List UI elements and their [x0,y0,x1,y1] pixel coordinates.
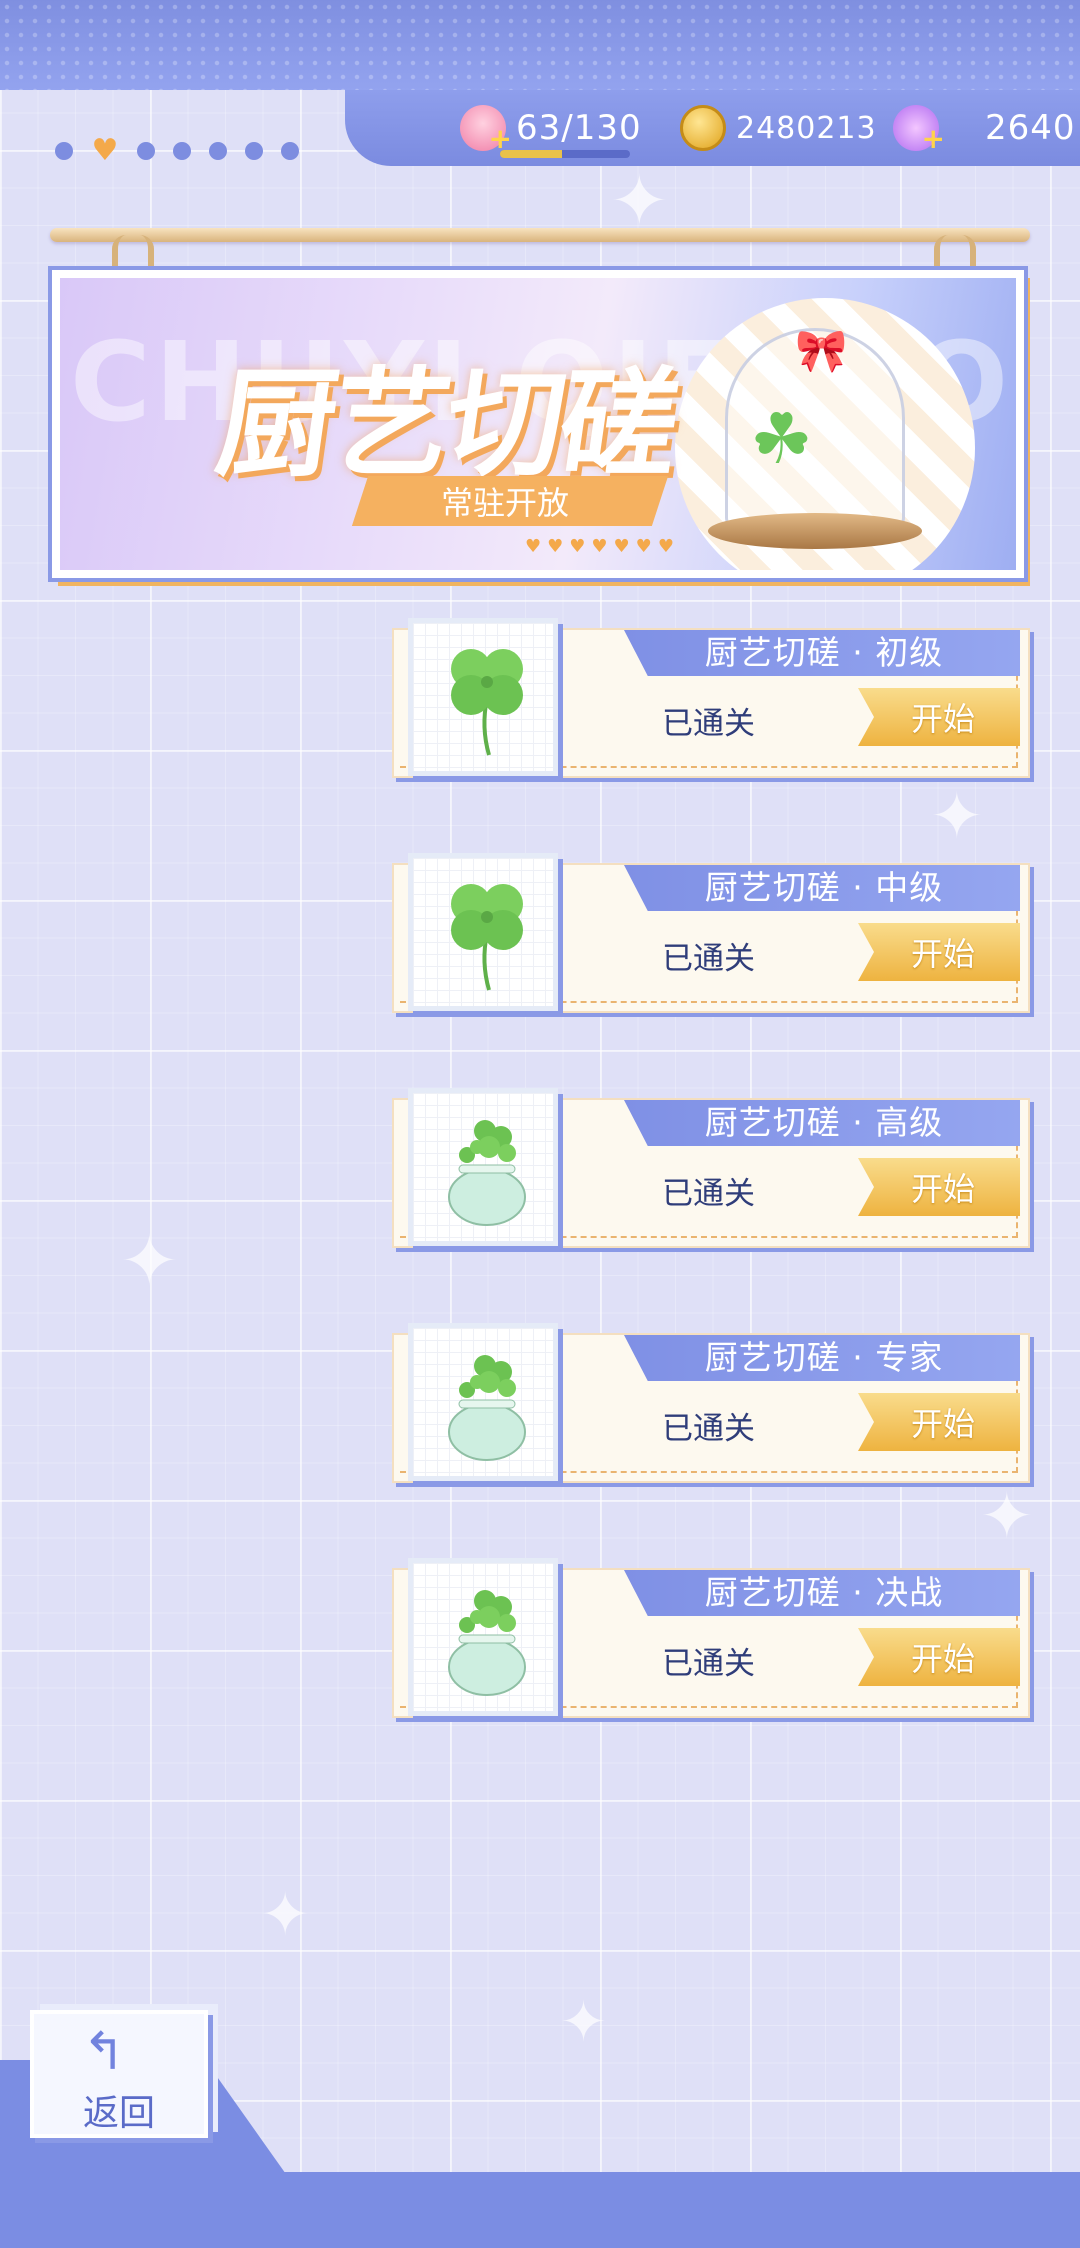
diamond-value: 2640 [985,108,1076,148]
banner-subtitle: 常驻开放 [440,484,569,522]
four-leaf-clover-icon [408,618,558,776]
heart-icon: ♥ [91,133,119,168]
event-banner: CHUYI QIECUO ☘ 🎀 厨艺切磋 常驻开放 ♥♥♥♥♥♥♥ [52,270,1024,578]
level-card: 厨艺切磋 · 中级已通关 开始 [392,853,1030,1021]
sparkle-icon: ✦ [930,780,984,854]
resource-panel: 63/130 2480213 2640 [345,90,1080,166]
level-status: 已通关 [662,1646,755,1682]
level-card: 厨艺切磋 · 决战已通关 开始 [392,1558,1030,1726]
sparkle-icon: ✦ [560,1990,607,2055]
diamond-resource[interactable]: 2640 [893,100,1076,156]
level-title: 厨艺切磋 · 初级 [704,633,944,672]
page-indicator: ♥ [55,133,299,168]
stamina-bar-fill [500,150,563,158]
level-title: 厨艺切磋 · 高级 [704,1103,944,1142]
clover-pot-icon [408,1558,558,1716]
jar-base [708,513,922,549]
level-status: 已通关 [662,1176,755,1212]
coin-value: 2480213 [736,110,877,146]
level-title: 厨艺切磋 · 专家 [704,1338,944,1377]
bow-icon: 🎀 [795,326,848,375]
start-button[interactable]: 开始 [858,923,1020,981]
level-status: 已通关 [662,1411,755,1447]
level-card: 厨艺切磋 · 高级已通关 开始 [392,1088,1030,1256]
clover-pot-icon [408,1088,558,1246]
sparkle-icon: ✦ [260,1880,311,1950]
start-button[interactable]: 开始 [858,1393,1020,1451]
cake-icon [460,105,512,155]
page-dot [55,142,73,160]
back-label: 返回 [82,2093,155,2134]
stamina-value: 63/130 [516,108,642,148]
level-title: 厨艺切磋 · 决战 [704,1573,944,1612]
page-dot [245,142,263,160]
page-dot [209,142,227,160]
clover-icon: ☘ [750,398,813,480]
coin-resource[interactable]: 2480213 [680,100,877,156]
sparkle-icon: ✦ [120,1220,179,1302]
stamina-resource[interactable]: 63/130 [460,100,642,156]
four-leaf-clover-icon [408,853,558,1011]
level-title: 厨艺切磋 · 中级 [704,868,944,907]
top-bar-pattern [0,0,1080,90]
banner-hearts: ♥♥♥♥♥♥♥ [525,536,680,557]
start-button[interactable]: 开始 [858,1628,1020,1686]
hanging-rod [50,228,1030,242]
page-dot [173,142,191,160]
page-dot [281,142,299,160]
start-button[interactable]: 开始 [858,1158,1020,1216]
level-status: 已通关 [662,706,755,742]
banner-title: 厨艺切磋 [208,355,685,493]
stamina-bar [500,150,630,158]
sparkle-icon: ✦ [980,1480,1034,1554]
level-status: 已通关 [662,941,755,977]
back-button[interactable]: ↰ 返回 [30,2010,208,2138]
top-bar [0,0,1080,90]
level-card: 厨艺切磋 · 专家已通关 开始 [392,1323,1030,1491]
return-arrow-icon: ↰ [82,2022,126,2082]
swan-icon [893,105,945,155]
coin-icon [680,105,726,151]
start-button[interactable]: 开始 [858,688,1020,746]
clover-pot-icon [408,1323,558,1481]
page-dot [137,142,155,160]
level-card: 厨艺切磋 · 初级已通关 开始 [392,618,1030,786]
